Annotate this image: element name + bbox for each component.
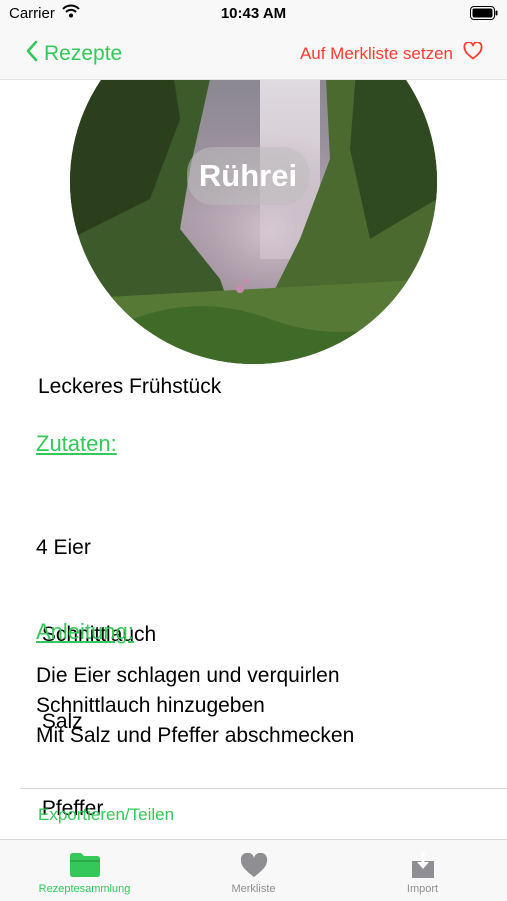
download-tray-icon: [410, 850, 436, 880]
clock: 10:43 AM: [220, 5, 287, 22]
back-button-label: Rezepte: [44, 42, 123, 65]
tab-import[interactable]: Import: [338, 840, 507, 901]
instruction-step: Die Eier schlagen und verquirlen: [36, 664, 340, 687]
heart-outline-icon: [463, 41, 483, 65]
tab-bar: Rezeptesammlung Merkliste Import: [0, 839, 507, 901]
recipe-image: [70, 79, 437, 364]
battery-icon: [470, 6, 498, 25]
tab-label: Merkliste: [231, 883, 276, 895]
instruction-step: Mit Salz und Pfeffer abschmecken: [36, 724, 355, 747]
add-to-watchlist-label: Auf Merkliste setzen: [299, 43, 453, 63]
recipe-subtitle: Leckeres Frühstück: [38, 375, 222, 398]
tab-rezeptesammlung[interactable]: Rezeptesammlung: [0, 840, 169, 901]
divider: [20, 788, 507, 789]
navigation-bar: Rezepte Auf Merkliste setzen: [0, 28, 507, 80]
chevron-left-icon: [26, 40, 38, 68]
tab-label: Rezeptesammlung: [38, 883, 131, 895]
tab-merkliste[interactable]: Merkliste: [169, 840, 338, 901]
tab-label: Import: [406, 883, 439, 895]
back-button[interactable]: Rezepte: [26, 40, 122, 68]
instructions-list: Die Eier schlagen und verquirlen Schnitt…: [36, 661, 354, 751]
ingredients-heading: Zutaten:: [36, 431, 117, 456]
status-bar: Carrier 10:43 AM: [0, 0, 507, 28]
export-share-button[interactable]: Exportieren/Teilen: [38, 805, 174, 825]
instructions-heading: Anleitung:: [36, 619, 134, 644]
heart-icon: [240, 850, 268, 880]
ingredients-list: 4 Eier Schnittlauch Salz Pfeffer: [36, 475, 156, 839]
instruction-step: Schnittlauch hinzugeben: [36, 694, 265, 717]
add-to-watchlist-button[interactable]: Auf Merkliste setzen: [299, 41, 483, 65]
recipe-detail[interactable]: Rührei Leckeres Frühstück Zutaten: 4 Eie…: [0, 79, 507, 839]
ingredient-item: 4 Eier: [36, 536, 91, 559]
recipe-title: Rührei: [187, 147, 309, 205]
folder-icon: [69, 850, 101, 880]
